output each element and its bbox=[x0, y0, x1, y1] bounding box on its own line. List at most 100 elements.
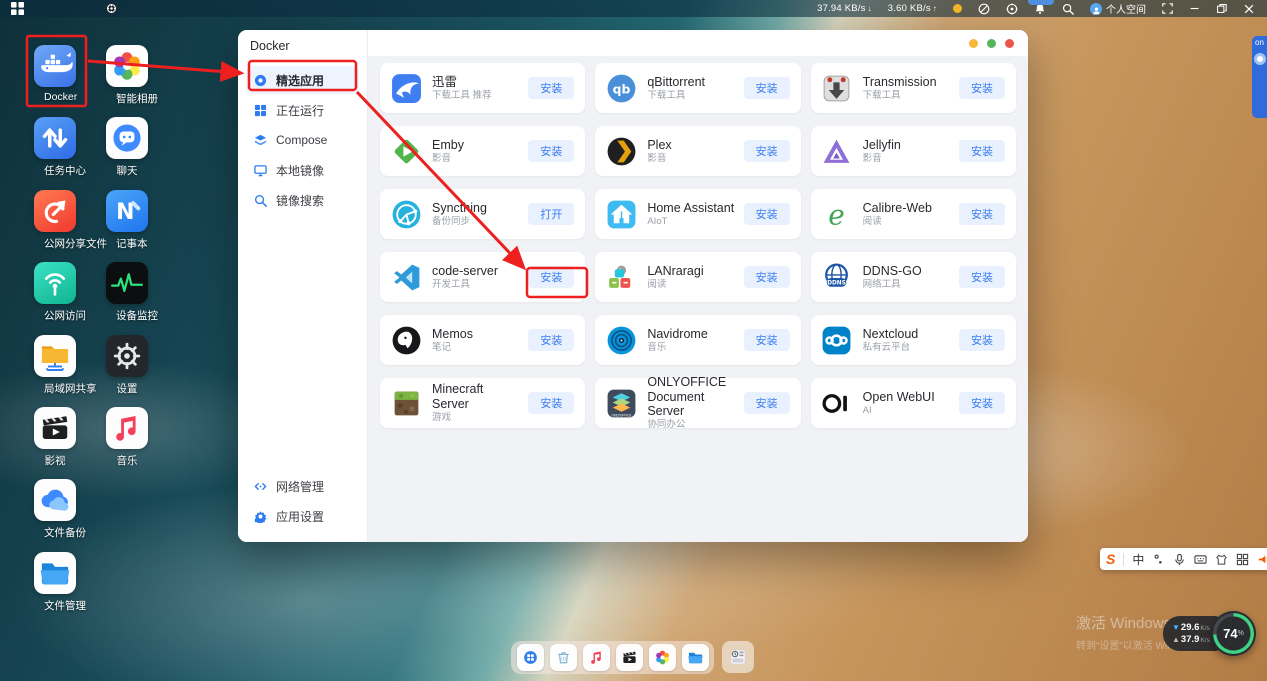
status-dot-icon[interactable] bbox=[945, 0, 970, 17]
install-button-code-server[interactable]: 安装 bbox=[528, 266, 574, 288]
install-button-jellyfin[interactable]: 安装 bbox=[959, 140, 1005, 162]
install-button-nextcloud[interactable]: 安装 bbox=[959, 329, 1005, 351]
dock-item-folder[interactable] bbox=[682, 644, 709, 671]
install-button-onlyoffice[interactable]: 安装 bbox=[744, 392, 790, 414]
sidebar-item-local-images[interactable]: 本地镜像 bbox=[246, 156, 359, 184]
settings-icon[interactable] bbox=[106, 335, 148, 377]
app-card-open-webui[interactable]: Open WebUI AI 安装 bbox=[811, 378, 1016, 428]
dock-widget-tile[interactable] bbox=[722, 641, 754, 673]
search-icon[interactable] bbox=[1054, 0, 1082, 17]
app-card-code-server[interactable]: code-server 开发工具 安装 bbox=[380, 252, 585, 302]
desktop-icon-backup[interactable]: 文件备份 bbox=[33, 479, 77, 540]
app-card-syncthing[interactable]: Syncthing 备份同步 打开 bbox=[380, 189, 585, 239]
start-grid-icon[interactable] bbox=[0, 0, 34, 17]
sidebar-item-featured[interactable]: 精选应用 bbox=[246, 66, 359, 94]
desktop-icon-photos[interactable]: 智能相册 bbox=[105, 45, 149, 106]
window-minimize-traffic-light[interactable] bbox=[969, 39, 978, 48]
files-icon[interactable] bbox=[34, 552, 76, 594]
dock-item-music[interactable] bbox=[583, 644, 610, 671]
app-card-onlyoffice[interactable]: ONLYOFFICE ONLYOFFICE Document Server 协同… bbox=[595, 378, 800, 428]
ime-skin-icon[interactable] bbox=[1215, 553, 1228, 566]
app-card-lanraragi[interactable]: LANraragi 阅读 安装 bbox=[595, 252, 800, 302]
install-button-minecraft[interactable]: 安装 bbox=[528, 392, 574, 414]
dock-item-launcher[interactable] bbox=[517, 644, 544, 671]
app-card-jellyfin[interactable]: Jellyfin 影音 安装 bbox=[811, 126, 1016, 176]
cpu-gauge[interactable]: 74 % bbox=[1211, 611, 1256, 656]
window-maximize-traffic-light[interactable] bbox=[987, 39, 996, 48]
app-card-minecraft[interactable]: Minecraft Server 游戏 安装 bbox=[380, 378, 585, 428]
notification-handle-tab[interactable] bbox=[1028, 0, 1054, 5]
lan-icon[interactable] bbox=[34, 335, 76, 377]
sidebar-item-app-settings[interactable]: 应用设置 bbox=[246, 502, 359, 530]
ime-horn-icon[interactable] bbox=[1257, 553, 1267, 566]
sidebar-item-network[interactable]: 网络管理 bbox=[246, 472, 359, 500]
desktop-icon-access[interactable]: 公网访问 bbox=[33, 262, 77, 323]
desktop-icon-movies[interactable]: 影视 bbox=[33, 407, 77, 468]
app-card-ddns-go[interactable]: DDNS DDNS-GO 网络工具 安装 bbox=[811, 252, 1016, 302]
minimize-button[interactable] bbox=[1181, 0, 1208, 17]
app-card-qbittorrent[interactable]: qb qBittorrent 下载工具 安装 bbox=[595, 63, 800, 113]
sidebar-item-running[interactable]: 正在运行 bbox=[246, 96, 359, 124]
screenshot-icon[interactable] bbox=[998, 0, 1026, 17]
desktop-icon-music[interactable]: 音乐 bbox=[105, 407, 149, 468]
access-icon[interactable] bbox=[34, 262, 76, 304]
dock-item-photos[interactable] bbox=[649, 644, 676, 671]
close-button[interactable] bbox=[1235, 0, 1263, 17]
app-card-xunlei[interactable]: 迅雷 下载工具 推荐 安装 bbox=[380, 63, 585, 113]
install-button-calibre-web[interactable]: 安装 bbox=[959, 203, 1005, 225]
desktop-icon-share[interactable]: 公网分享文件 bbox=[33, 190, 77, 251]
fullscreen-icon[interactable] bbox=[1154, 0, 1181, 17]
desktop-icon-files[interactable]: 文件管理 bbox=[33, 552, 77, 613]
install-button-qbittorrent[interactable]: 安装 bbox=[744, 77, 790, 99]
app-card-emby[interactable]: Emby 影音 安装 bbox=[380, 126, 585, 176]
app-card-home-assistant[interactable]: Home Assistant AIoT 安装 bbox=[595, 189, 800, 239]
photos-icon[interactable] bbox=[106, 45, 148, 87]
do-not-disturb-icon[interactable] bbox=[970, 0, 998, 17]
window-close-traffic-light[interactable] bbox=[1005, 39, 1014, 48]
edge-docked-widget[interactable]: on bbox=[1252, 36, 1267, 118]
sidebar-item-compose[interactable]: Compose bbox=[246, 126, 359, 154]
music-icon[interactable] bbox=[106, 407, 148, 449]
monitor-icon[interactable] bbox=[106, 262, 148, 304]
install-button-lanraragi[interactable]: 安装 bbox=[744, 266, 790, 288]
ime-keyboard-icon[interactable] bbox=[1194, 553, 1207, 566]
desktop-icon-tasks[interactable]: 任务中心 bbox=[33, 117, 77, 178]
system-gear-icon[interactable] bbox=[94, 0, 128, 17]
app-card-navidrome[interactable]: Navidrome 音乐 安装 bbox=[595, 315, 800, 365]
user-space[interactable]: 个人空间 bbox=[1082, 0, 1154, 17]
backup-icon[interactable] bbox=[34, 479, 76, 521]
desktop-icon-chat[interactable]: 聊天 bbox=[105, 117, 149, 178]
desktop-icon-monitor[interactable]: 设备监控 bbox=[105, 262, 149, 323]
app-card-nextcloud[interactable]: Nextcloud 私有云平台 安装 bbox=[811, 315, 1016, 365]
desktop-icon-settings[interactable]: 设置 bbox=[105, 335, 149, 396]
chat-icon[interactable] bbox=[106, 117, 148, 159]
desktop-icon-notes[interactable]: N 记事本 bbox=[105, 190, 149, 251]
open-button-syncthing[interactable]: 打开 bbox=[528, 203, 574, 225]
install-button-navidrome[interactable]: 安装 bbox=[744, 329, 790, 351]
ime-mode-chinese[interactable]: 中 bbox=[1132, 551, 1144, 568]
ime-voice-icon[interactable] bbox=[1173, 553, 1186, 566]
app-card-memos[interactable]: Memos 笔记 安装 bbox=[380, 315, 585, 365]
restore-window-button[interactable] bbox=[1208, 0, 1235, 17]
share-icon[interactable] bbox=[34, 190, 76, 232]
sogou-logo-icon[interactable]: S bbox=[1106, 551, 1115, 567]
desktop-icon-lan[interactable]: 局域网共享 bbox=[33, 335, 77, 396]
app-card-calibre-web[interactable]: e Calibre-Web 阅读 安装 bbox=[811, 189, 1016, 239]
dock-item-trash[interactable] bbox=[550, 644, 577, 671]
install-button-transmission[interactable]: 安装 bbox=[959, 77, 1005, 99]
notes-icon[interactable]: N bbox=[106, 190, 148, 232]
install-button-ddns-go[interactable]: 安装 bbox=[959, 266, 1005, 288]
sidebar-item-image-search[interactable]: 镜像搜索 bbox=[246, 186, 359, 214]
install-button-plex[interactable]: 安装 bbox=[744, 140, 790, 162]
app-card-plex[interactable]: Plex 影音 安装 bbox=[595, 126, 800, 176]
install-button-home-assistant[interactable]: 安装 bbox=[744, 203, 790, 225]
dock-item-video[interactable] bbox=[616, 644, 643, 671]
movies-icon[interactable] bbox=[34, 407, 76, 449]
tasks-icon[interactable] bbox=[34, 117, 76, 159]
docker-icon[interactable] bbox=[34, 45, 76, 87]
ime-punctuation-icon[interactable] bbox=[1152, 553, 1165, 566]
install-button-open-webui[interactable]: 安装 bbox=[959, 392, 1005, 414]
desktop-icon-docker[interactable]: Docker bbox=[33, 45, 77, 103]
install-button-memos[interactable]: 安装 bbox=[528, 329, 574, 351]
ime-toolbox-icon[interactable] bbox=[1236, 553, 1249, 566]
